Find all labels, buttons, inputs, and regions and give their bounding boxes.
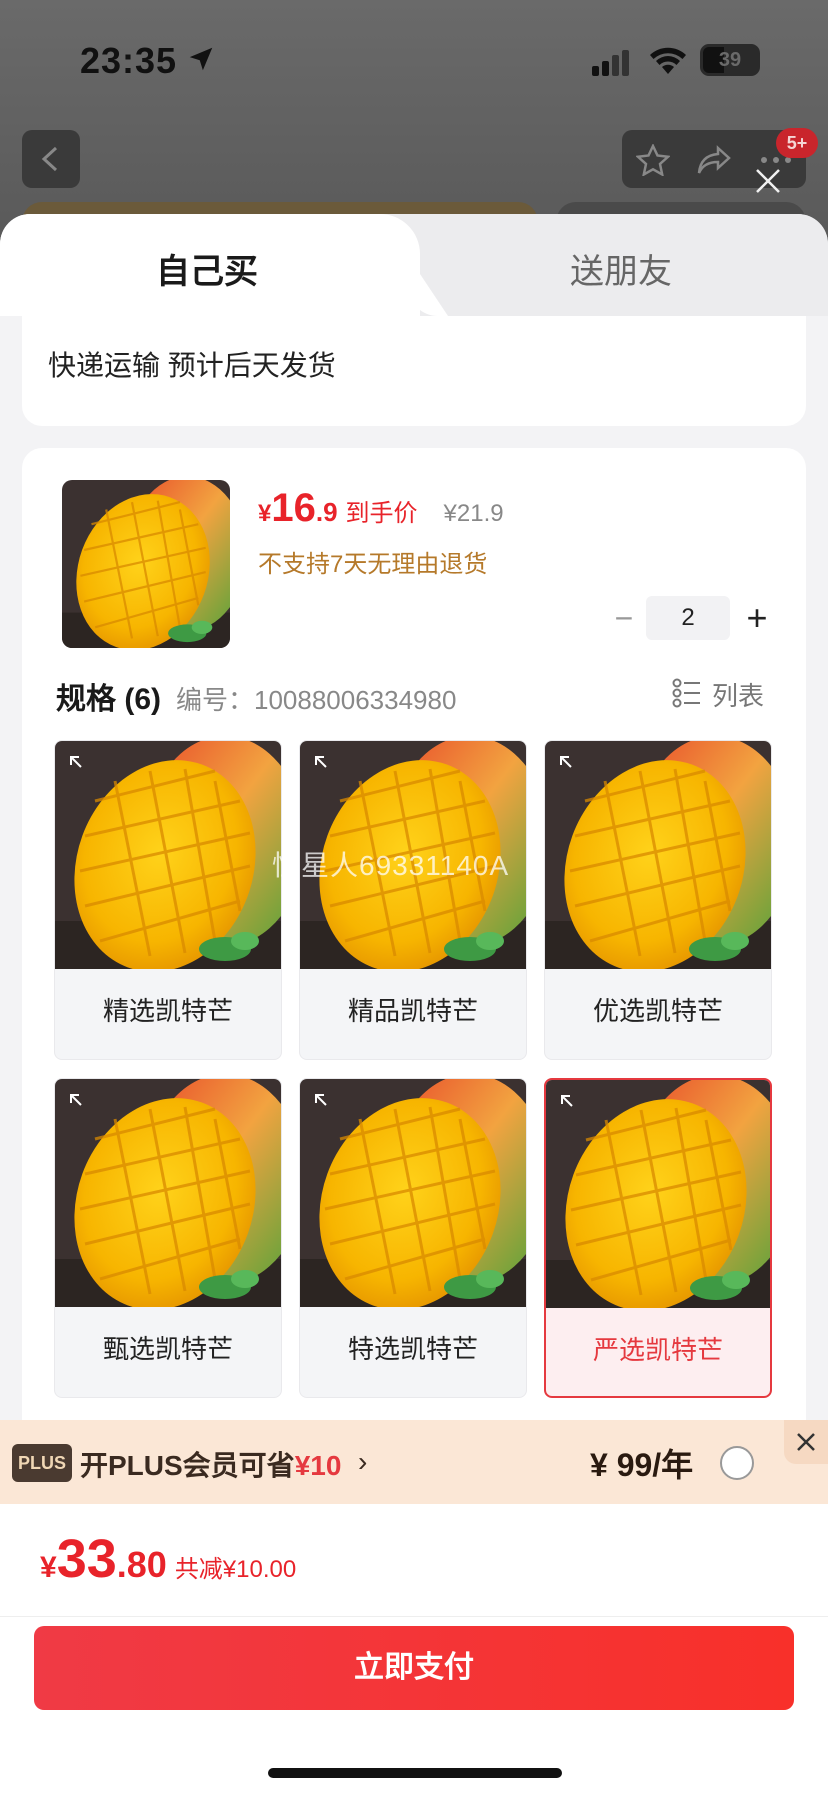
product-code: 编号：10088006334980: [176, 685, 457, 715]
no-return-notice: 不支持7天无理由退货: [258, 551, 488, 578]
price-integer: 16: [271, 486, 316, 530]
price-decimal: .9: [315, 497, 338, 527]
expand-icon[interactable]: [69, 1093, 93, 1117]
tab-self-buy-label[interactable]: 自己买: [156, 244, 258, 293]
expand-icon[interactable]: [314, 755, 338, 779]
cellular-signal-icon: [592, 50, 629, 76]
option-label: 精选凯特芒: [102, 996, 233, 1026]
home-indicator: [268, 1768, 562, 1778]
quantity-stepper: − 2 +: [604, 596, 784, 640]
spec-option[interactable]: 精选凯特芒: [54, 740, 282, 1060]
plus-price: ¥ 99/年: [590, 1447, 694, 1483]
divider: [0, 1616, 828, 1617]
checkout-footer: ¥33.80 共减¥10.00 立即支付: [0, 1504, 828, 1796]
total-price: ¥33.80 共减¥10.00: [40, 1529, 297, 1589]
decrease-button[interactable]: −: [604, 596, 644, 640]
plus-promo-bar[interactable]: PLUS 开PLUS会员可省¥10 › ¥ 99/年: [0, 1420, 828, 1504]
shipping-card: 快递运输 预计后天发货: [22, 316, 806, 426]
spec-option[interactable]: 甄选凯特芒: [54, 1078, 282, 1398]
spec-option[interactable]: 精品凯特芒: [299, 740, 527, 1060]
option-label: 优选凯特芒: [592, 996, 723, 1026]
list-icon: [672, 678, 700, 708]
spec-option[interactable]: 优选凯特芒: [544, 740, 772, 1060]
tab-gift-friend[interactable]: 送朋友: [570, 244, 672, 293]
option-label: 特选凯特芒: [347, 1334, 478, 1364]
status-time: 23:35: [80, 40, 178, 81]
option-label: 严选凯特芒: [592, 1335, 723, 1365]
chevron-left-icon: [41, 146, 58, 172]
wifi-icon: [650, 47, 686, 74]
plus-close-button[interactable]: [784, 1420, 828, 1464]
location-arrow-icon: [189, 47, 213, 71]
expand-icon[interactable]: [69, 755, 93, 779]
total-discount: 共减¥10.00: [174, 1556, 297, 1583]
expand-icon[interactable]: [559, 755, 583, 779]
chevron-right-icon: ›: [358, 1446, 368, 1477]
star-icon[interactable]: [636, 144, 670, 176]
spec-title: 规格 (6): [56, 683, 161, 716]
price-row: ¥16.9 到手价 ¥21.9: [258, 486, 504, 530]
back-button[interactable]: [22, 130, 80, 188]
close-icon[interactable]: [752, 165, 784, 197]
shipping-info: 快递运输 预计后天发货: [48, 350, 336, 381]
battery-icon: 39: [700, 44, 760, 76]
notification-badge: 5+: [776, 128, 818, 158]
watermark: 性星人69331140A: [272, 850, 510, 881]
share-icon[interactable]: [696, 144, 732, 176]
quantity-value[interactable]: 2: [646, 596, 730, 640]
price-currency: ¥: [258, 500, 272, 527]
plus-badge: PLUS: [12, 1444, 72, 1482]
list-view-label: 列表: [712, 681, 765, 711]
product-thumbnail[interactable]: [62, 480, 230, 648]
option-label: 甄选凯特芒: [102, 1334, 233, 1364]
expand-icon[interactable]: [560, 1094, 584, 1118]
spec-option[interactable]: 特选凯特芒: [299, 1078, 527, 1398]
spec-card: ¥16.9 到手价 ¥21.9 不支持7天无理由退货 − 2 + 规格 (6) 编号…: [22, 448, 806, 1448]
expand-icon[interactable]: [314, 1093, 338, 1117]
purchase-tabs: 自己买 送朋友: [0, 214, 828, 316]
spec-option-selected[interactable]: 严选凯特芒: [544, 1078, 772, 1398]
increase-button[interactable]: +: [736, 596, 778, 640]
close-icon: [797, 1433, 815, 1451]
pay-now-button[interactable]: 立即支付: [34, 1626, 794, 1710]
status-bar: 23:35 39: [0, 0, 828, 120]
plus-promo-text: 开PLUS会员可省¥10: [80, 1450, 342, 1481]
list-view-button[interactable]: 列表: [672, 674, 782, 714]
original-price: ¥21.9: [443, 500, 504, 527]
option-label: 精品凯特芒: [347, 996, 478, 1026]
plus-radio[interactable]: [720, 1446, 754, 1480]
price-tag: 到手价: [345, 500, 418, 527]
